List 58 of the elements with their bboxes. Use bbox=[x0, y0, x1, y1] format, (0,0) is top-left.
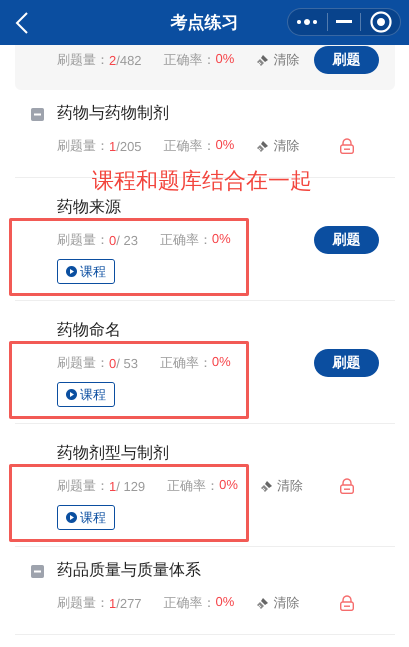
stat-label: 正确率： bbox=[167, 477, 220, 495]
total-count: / 53 bbox=[116, 356, 138, 370]
topic-title[interactable]: 药物命名 bbox=[57, 319, 121, 343]
annotation-text: 课程和题库结合在一起 bbox=[92, 167, 312, 195]
back-icon[interactable] bbox=[15, 11, 29, 35]
answered-count: 0 bbox=[109, 356, 116, 370]
minimize-icon[interactable] bbox=[336, 20, 352, 24]
accuracy-value: 0% bbox=[212, 231, 231, 248]
broom-icon bbox=[260, 480, 273, 492]
broom-icon bbox=[256, 54, 270, 66]
clear-button[interactable]: 清除 bbox=[260, 477, 303, 495]
practice-button[interactable]: 刷题 bbox=[314, 349, 379, 377]
total-count: /205 bbox=[116, 138, 142, 154]
topic-title[interactable]: 药物来源 bbox=[57, 196, 121, 220]
accuracy-value: 0% bbox=[216, 51, 234, 68]
answered-count: 1 bbox=[109, 596, 116, 610]
broom-icon bbox=[256, 596, 270, 610]
clear-button[interactable]: 清除 bbox=[256, 137, 300, 155]
stat-label: 刷题量： bbox=[57, 137, 109, 155]
stat-label: 刷题量： bbox=[57, 594, 109, 612]
answered-count: 1 bbox=[109, 478, 116, 494]
play-icon bbox=[66, 389, 77, 400]
accuracy-value: 0% bbox=[212, 354, 231, 371]
clear-button[interactable]: 清除 bbox=[256, 594, 300, 612]
play-icon bbox=[66, 266, 77, 277]
total-count: / 129 bbox=[116, 478, 146, 494]
target-icon[interactable] bbox=[370, 11, 392, 33]
stat-label: 正确率： bbox=[160, 231, 212, 249]
accuracy-value: 0% bbox=[216, 137, 234, 154]
accuracy-value: 0% bbox=[216, 594, 234, 611]
course-button[interactable]: 课程 bbox=[57, 505, 115, 530]
stat-label: 正确率： bbox=[160, 354, 212, 372]
total-count: /277 bbox=[116, 596, 142, 610]
total-count: /482 bbox=[116, 52, 142, 68]
stat-label: 正确率： bbox=[164, 594, 216, 612]
section-title[interactable]: 药品质量与质量体系 bbox=[57, 559, 201, 583]
stat-label: 刷题量： bbox=[57, 354, 109, 372]
broom-icon bbox=[256, 140, 270, 152]
course-button[interactable]: 课程 bbox=[57, 259, 115, 284]
stat-label: 刷题量： bbox=[57, 231, 109, 249]
stat-label: 刷题量： bbox=[57, 477, 109, 495]
stat-label: 正确率： bbox=[164, 51, 216, 69]
answered-count: 1 bbox=[109, 138, 116, 154]
more-icon[interactable] bbox=[296, 18, 318, 26]
answered-count: 2 bbox=[109, 52, 116, 68]
total-count: / 23 bbox=[116, 232, 138, 248]
course-button[interactable]: 课程 bbox=[57, 382, 115, 407]
stat-label: 刷题量： bbox=[57, 51, 109, 69]
play-icon bbox=[66, 512, 77, 523]
section-title[interactable]: 药物与药物制剂 bbox=[57, 102, 169, 126]
topic-title[interactable]: 药物剂型与制剂 bbox=[57, 442, 169, 466]
clear-button[interactable]: 清除 bbox=[256, 51, 300, 69]
practice-button[interactable]: 刷题 bbox=[314, 46, 379, 74]
page-title: 考点练习 bbox=[170, 12, 240, 34]
answered-count: 0 bbox=[109, 232, 116, 248]
practice-button[interactable]: 刷题 bbox=[314, 226, 379, 254]
stat-label: 正确率： bbox=[164, 137, 216, 155]
accuracy-value: 0% bbox=[219, 477, 238, 494]
